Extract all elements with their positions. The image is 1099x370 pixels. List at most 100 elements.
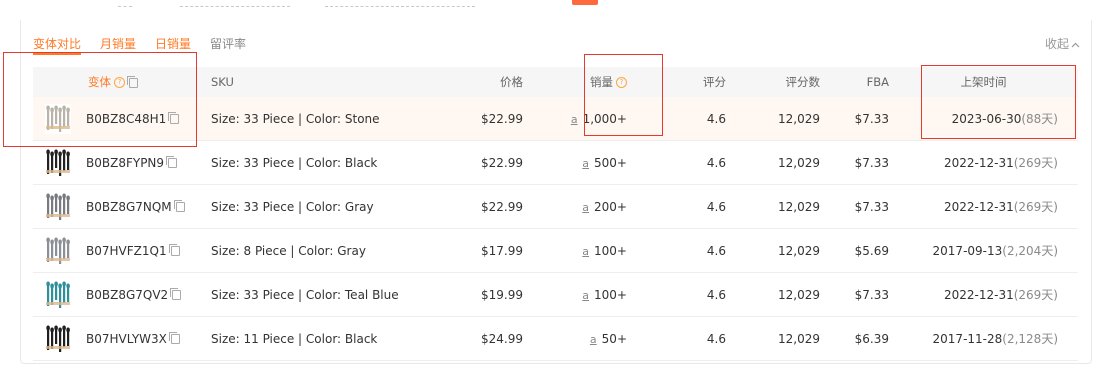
asin-text[interactable]: B0BZ8FYPN9 — [86, 156, 164, 170]
cell-price: $19.99 — [438, 272, 523, 317]
table-row[interactable]: B07HVLYW3X Size: 11 Piece | Color: Black $… — [33, 316, 1078, 361]
tab-bar: 变体对比 月销量 日销量 留评率 — [33, 35, 265, 55]
cell-sku: Size: 33 Piece | Color: Stone — [203, 97, 438, 141]
cutoff-badge — [572, 0, 598, 5]
product-thumbnail[interactable] — [45, 235, 71, 266]
collapse-button[interactable]: 收起 — [1045, 35, 1080, 52]
header-reviews[interactable]: 评分数 — [726, 67, 820, 97]
cell-reviews: 12,029 — [726, 97, 820, 141]
asin-text[interactable]: B0BZ8G7NQM — [86, 200, 172, 214]
cell-reviews: 12,029 — [726, 316, 820, 361]
header-sku[interactable]: SKU — [203, 67, 438, 97]
listed-date-value: 2023-06-30 — [951, 112, 1022, 126]
cell-rating: 4.6 — [639, 140, 726, 185]
copy-icon[interactable] — [166, 155, 178, 168]
cell-listed-date: 2022-12-31(269天) — [889, 272, 1078, 317]
header-variant-label: 变体 — [88, 75, 111, 89]
sales-value: 200+ — [594, 199, 627, 214]
cutoff-field-underline — [118, 0, 132, 7]
header-sales[interactable]: 销量? — [523, 67, 639, 97]
cell-listed-date: 2017-09-13(2,204天) — [889, 228, 1078, 273]
listed-days-value: (2,128天) — [1002, 332, 1058, 346]
copy-icon[interactable] — [168, 331, 180, 344]
cell-rating: 4.6 — [639, 228, 726, 273]
copy-icon[interactable] — [168, 111, 180, 124]
header-variant[interactable]: 变体? — [33, 67, 203, 97]
listed-days-value: (88天) — [1021, 112, 1058, 126]
amazon-icon: a — [582, 244, 590, 258]
table-row[interactable]: B0BZ8C48H1 Size: 33 Piece | Color: Stone $… — [33, 97, 1078, 141]
cell-price: $24.99 — [438, 316, 523, 361]
product-thumbnail[interactable] — [45, 147, 71, 178]
table-row[interactable]: B0BZ8G7NQM Size: 33 Piece | Color: Gray $2… — [33, 184, 1078, 229]
header-price[interactable]: 价格 — [438, 67, 523, 97]
cell-variant: B0BZ8G7NQM — [33, 184, 203, 229]
cell-rating: 4.6 — [639, 184, 726, 229]
cell-fba: $7.33 — [820, 184, 889, 229]
amazon-icon: a — [582, 288, 590, 302]
header-fba[interactable]: FBA — [820, 67, 889, 97]
help-circle-icon[interactable]: ? — [114, 77, 125, 88]
cell-sales: a 200+ — [523, 184, 639, 229]
listed-days-value: (269天) — [1013, 156, 1058, 170]
header-sales-label: 销量 — [590, 75, 613, 89]
asin-text[interactable]: B0BZ8C48H1 — [86, 112, 166, 126]
cell-sku: Size: 33 Piece | Color: Black — [203, 140, 438, 185]
copy-icon[interactable] — [168, 243, 180, 256]
listed-date-value: 2022-12-31 — [943, 288, 1014, 302]
variant-table: 变体? SKU 价格 销量? 评分 评分数 FBA 上架时间 B0BZ8C48H… — [33, 67, 1078, 361]
cell-listed-date: 2022-12-31(269天) — [889, 184, 1078, 229]
cell-sales: a 1,000+ — [523, 97, 639, 141]
cell-sales: a 50+ — [523, 316, 639, 361]
collapse-label: 收起 — [1044, 37, 1069, 51]
cell-variant: B0BZ8FYPN9 — [33, 140, 203, 185]
product-thumbnail[interactable] — [45, 279, 71, 310]
top-cutoff-strip — [0, 0, 1099, 8]
product-thumbnail[interactable] — [45, 103, 71, 134]
cutoff-field-underline — [180, 0, 290, 7]
table-row[interactable]: B07HVFZ1Q1 Size: 8 Piece | Color: Gray $17… — [33, 228, 1078, 273]
listed-days-value: (2,204天) — [1002, 244, 1058, 258]
copy-icon[interactable] — [173, 199, 185, 212]
product-thumbnail[interactable] — [45, 191, 71, 222]
cell-price: $22.99 — [438, 184, 523, 229]
chevron-up-icon — [1071, 37, 1080, 51]
sales-value: 50+ — [601, 331, 627, 346]
cell-sales: a 500+ — [523, 140, 639, 185]
cell-sku: Size: 33 Piece | Color: Teal Blue — [203, 272, 438, 317]
copy-icon[interactable] — [127, 75, 138, 88]
table-header-row: 变体? SKU 价格 销量? 评分 评分数 FBA 上架时间 — [33, 67, 1078, 97]
listed-date-value: 2017-11-28 — [932, 332, 1003, 346]
amazon-icon: a — [570, 112, 578, 126]
cell-fba: $6.39 — [820, 316, 889, 361]
cell-variant: B0BZ8G7QV2 — [33, 272, 203, 317]
sales-value: 1,000+ — [582, 111, 627, 126]
cell-reviews: 12,029 — [726, 272, 820, 317]
listed-date-value: 2022-12-31 — [943, 156, 1014, 170]
cell-listed-date: 2022-12-31(269天) — [889, 140, 1078, 185]
cell-rating: 4.6 — [639, 316, 726, 361]
header-rating[interactable]: 评分 — [639, 67, 726, 97]
product-thumbnail[interactable] — [45, 323, 71, 354]
header-listed-date[interactable]: 上架时间 — [889, 67, 1078, 97]
cell-fba: $7.33 — [820, 272, 889, 317]
asin-text[interactable]: B0BZ8G7QV2 — [86, 288, 168, 302]
cell-variant: B07HVLYW3X — [33, 316, 203, 361]
amazon-icon: a — [582, 200, 590, 214]
asin-text[interactable]: B07HVFZ1Q1 — [86, 244, 167, 258]
cell-price: $17.99 — [438, 228, 523, 273]
tab-variant-compare[interactable]: 变体对比 — [33, 35, 82, 55]
listed-days-value: (269天) — [1013, 288, 1058, 302]
tab-daily-sales[interactable]: 日销量 — [155, 35, 191, 55]
asin-text[interactable]: B07HVLYW3X — [86, 332, 167, 346]
tab-review-rate[interactable]: 留评率 — [210, 35, 246, 55]
tab-monthly-sales[interactable]: 月销量 — [100, 35, 136, 55]
cell-fba: $5.69 — [820, 228, 889, 273]
cell-rating: 4.6 — [639, 272, 726, 317]
table-row[interactable]: B0BZ8G7QV2 Size: 33 Piece | Color: Teal B… — [33, 272, 1078, 317]
cell-reviews: 12,029 — [726, 184, 820, 229]
help-circle-icon[interactable]: ? — [616, 77, 627, 88]
cell-price: $22.99 — [438, 140, 523, 185]
table-row[interactable]: B0BZ8FYPN9 Size: 33 Piece | Color: Black $… — [33, 140, 1078, 185]
copy-icon[interactable] — [170, 287, 182, 300]
